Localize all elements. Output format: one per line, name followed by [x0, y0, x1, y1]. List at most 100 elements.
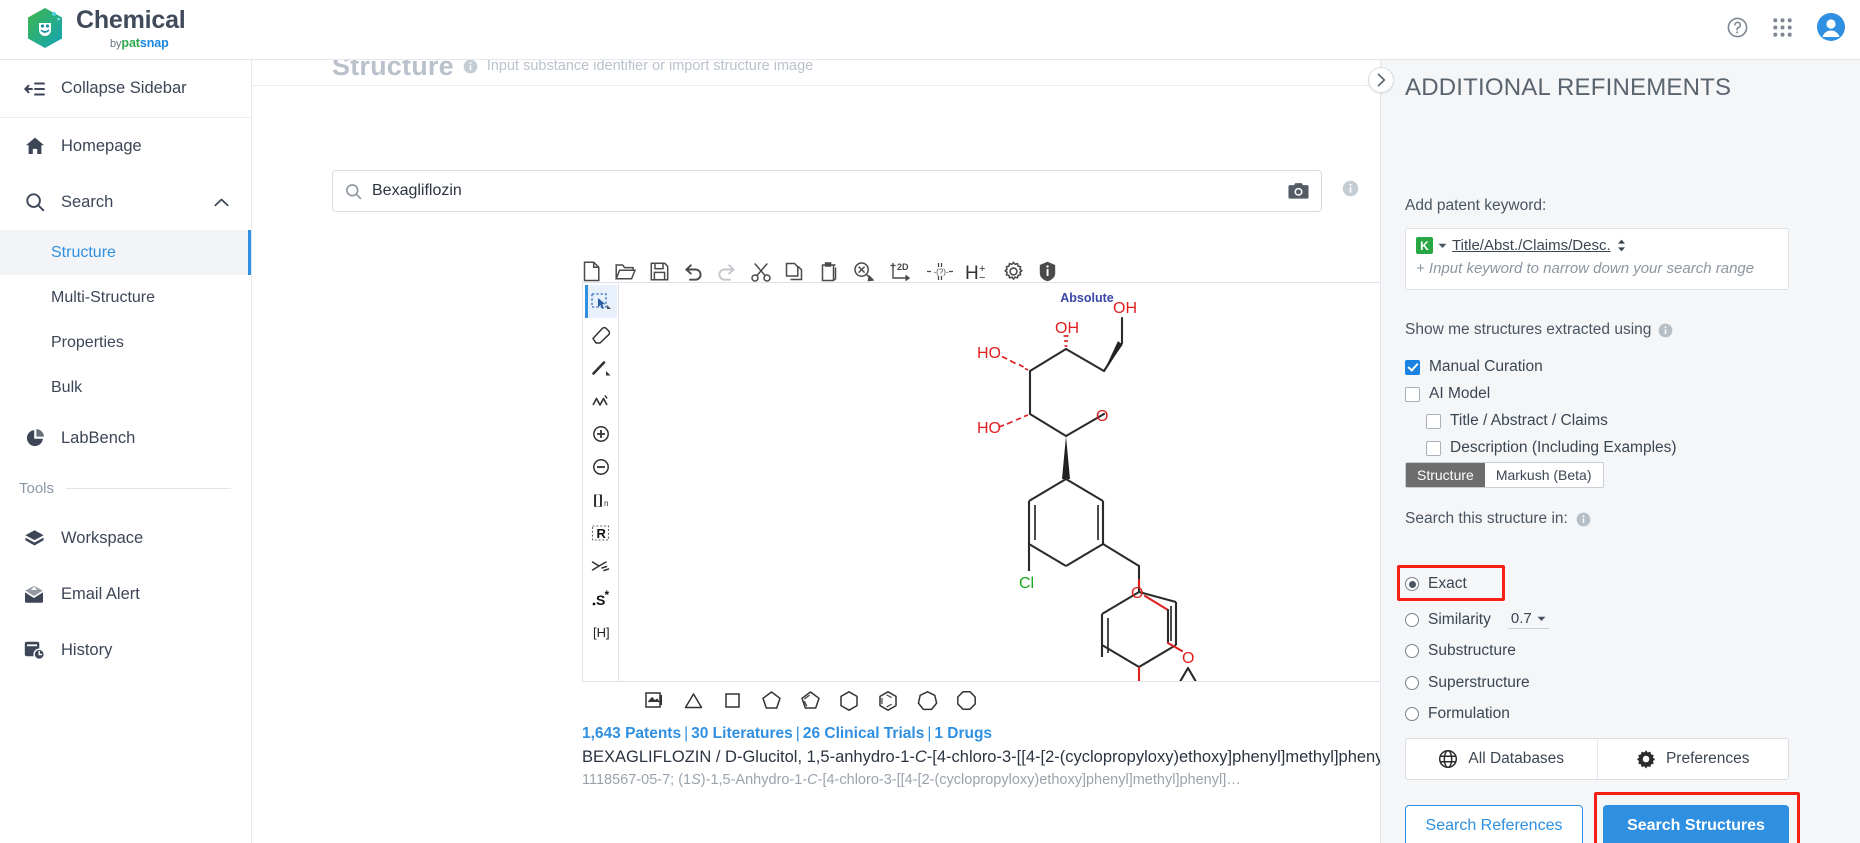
checkbox-title-abstract-claims[interactable]: Title / Abstract / Claims: [1426, 412, 1608, 430]
app-logo[interactable]: Chemical bypatsnap: [24, 6, 186, 52]
radio-label-similarity: Similarity: [1428, 610, 1491, 628]
search-structures-button[interactable]: Search Structures: [1603, 805, 1789, 843]
keyword-field-select[interactable]: Title/Abst./Claims/Desc.: [1452, 237, 1626, 254]
sidebar-item-label-search: Search: [61, 192, 114, 211]
tab-markush-beta[interactable]: Markush (Beta): [1484, 463, 1603, 487]
octagon-icon[interactable]: [952, 686, 980, 714]
header-divider: [252, 85, 1380, 86]
link-clinical-trials[interactable]: 26 Clinical Trials: [803, 725, 924, 742]
sidebar-item-workspace[interactable]: Workspace: [0, 510, 251, 566]
chevron-up-icon[interactable]: [214, 198, 229, 207]
panel-collapse-button[interactable]: [1368, 67, 1394, 93]
camera-icon[interactable]: [1288, 182, 1309, 200]
all-databases-button[interactable]: All Databases: [1406, 739, 1598, 779]
similarity-threshold-select[interactable]: 0.7: [1507, 610, 1549, 629]
template-image-icon[interactable]: [640, 686, 668, 714]
search-info-icon[interactable]: [1342, 180, 1359, 197]
bexagliflozin-tail: O O: [1131, 578, 1197, 681]
link-separator-1: |: [684, 725, 689, 742]
help-circle-icon[interactable]: [1726, 16, 1749, 39]
info-icon[interactable]: [1658, 323, 1673, 338]
sidebar-item-search[interactable]: Search: [0, 174, 251, 230]
radio-formulation[interactable]: Formulation: [1405, 705, 1510, 723]
chain-icon[interactable]: [585, 384, 617, 417]
cas-mid: )-1,5-Anhydro-1-: [700, 772, 808, 788]
keyword-input[interactable]: + Input keyword to narrow down your sear…: [1416, 260, 1778, 277]
sidebar-item-label-structure: Structure: [51, 243, 116, 261]
sidebar: Collapse Sidebar Homepage Search Structu: [0, 60, 252, 843]
sidebar-item-properties[interactable]: Properties: [0, 320, 251, 365]
sidebar-item-label-bulk: Bulk: [51, 378, 83, 396]
bracket-repeat-icon[interactable]: [] n: [585, 483, 617, 516]
svg-text:O: O: [1182, 650, 1194, 667]
checkbox-manual-curation[interactable]: Manual Curation: [1405, 358, 1543, 376]
sidebar-item-labbench[interactable]: LabBench: [0, 410, 251, 466]
stereo-absolute-label: Absolute: [1060, 291, 1114, 305]
radio-label-formulation: Formulation: [1428, 705, 1510, 722]
lasso-select-icon[interactable]: [584, 285, 617, 318]
sidebar-item-bulk[interactable]: Bulk: [0, 365, 251, 410]
svg-text:OH: OH: [1113, 300, 1137, 317]
top-bar: Chemical bypatsnap: [0, 0, 1860, 60]
checkbox-ai-model[interactable]: AI Model: [1405, 385, 1490, 403]
sidebar-item-label-labbench: LabBench: [61, 428, 136, 447]
hexagon-cyclohexane-icon[interactable]: [835, 686, 863, 714]
page-title-info-icon[interactable]: [463, 60, 478, 74]
sidebar-item-multi-structure[interactable]: Multi-Structure: [0, 275, 251, 320]
radio-label-superstructure: Superstructure: [1428, 674, 1530, 691]
link-literatures[interactable]: 30 Literatures: [691, 725, 793, 742]
radio-superstructure[interactable]: Superstructure: [1405, 674, 1530, 692]
sidebar-item-structure[interactable]: Structure: [0, 230, 251, 275]
collapse-sidebar-button[interactable]: Collapse Sidebar: [0, 60, 251, 118]
radio-similarity[interactable]: Similarity 0.7: [1405, 610, 1549, 629]
collapse-sidebar-label: Collapse Sidebar: [61, 79, 187, 97]
radio-exact[interactable]: Exact: [1405, 575, 1467, 593]
radio-icon-superstructure: [1405, 676, 1419, 690]
benzene-icon[interactable]: [874, 686, 902, 714]
add-patent-keyword-label: Add patent keyword:: [1405, 197, 1547, 214]
user-avatar-icon[interactable]: [1816, 12, 1846, 42]
sidebar-item-email-alert[interactable]: Email Alert: [0, 566, 251, 622]
explicit-hydrogen-icon[interactable]: [H]: [585, 615, 617, 648]
checkbox-icon-ai-model: [1405, 386, 1420, 402]
molecule-canvas[interactable]: Absolute O OH OH HO HO Cl O O: [618, 282, 1380, 682]
charge-plus-icon[interactable]: [585, 417, 617, 450]
svg-text:O: O: [1131, 585, 1143, 602]
heptagon-icon[interactable]: [913, 686, 941, 714]
square-cyclobutane-icon[interactable]: [718, 686, 746, 714]
sidebar-item-history[interactable]: History: [0, 622, 251, 678]
search-input-value[interactable]: Bexagliflozin: [372, 182, 1278, 200]
cas-prefix: 1118567-05-7; (1: [582, 772, 692, 788]
sidebar-item-label-email-alert: Email Alert: [61, 584, 140, 603]
r-group-icon[interactable]: R: [585, 516, 617, 549]
info-icon[interactable]: [1576, 512, 1591, 527]
home-icon: [24, 136, 45, 157]
checkbox-description-including-examples[interactable]: Description (Including Examples): [1426, 439, 1677, 457]
reaction-arrow-icon[interactable]: [585, 549, 617, 582]
radio-substructure[interactable]: Substructure: [1405, 642, 1516, 660]
structure-search-input[interactable]: Bexagliflozin: [332, 170, 1322, 212]
preferences-button[interactable]: Preferences: [1598, 739, 1789, 779]
link-drugs[interactable]: 1 Drugs: [934, 725, 992, 742]
bond-line-icon[interactable]: [585, 351, 617, 384]
stereo-s-icon[interactable]: S *: [585, 582, 617, 615]
eraser-icon[interactable]: [585, 318, 617, 351]
keyword-badge-chevron-down-icon[interactable]: [1438, 243, 1447, 249]
main-content: Structure Input substance identifier or …: [252, 60, 1380, 843]
brand-pat: pat: [121, 36, 140, 50]
tab-structure[interactable]: Structure: [1406, 463, 1485, 487]
template-shapes-bar: [618, 682, 1380, 718]
triangle-cyclopropane-icon[interactable]: [679, 686, 707, 714]
sidebar-item-homepage[interactable]: Homepage: [0, 118, 251, 174]
link-patents[interactable]: 1,643 Patents: [582, 725, 681, 742]
search-references-button[interactable]: Search References: [1405, 805, 1583, 843]
grid-apps-icon[interactable]: [1771, 16, 1794, 39]
checkbox-label-description: Description (Including Examples): [1450, 439, 1677, 456]
patent-keyword-box[interactable]: K Title/Abst./Claims/Desc. + Input keywo…: [1405, 228, 1789, 290]
sidebar-item-label-history: History: [61, 640, 113, 659]
workspace-cube-icon: [24, 528, 45, 549]
cyclopentadiene-icon[interactable]: [796, 686, 824, 714]
pentagon-cyclopentane-icon[interactable]: [757, 686, 785, 714]
chemical-logo-icon: [24, 6, 66, 52]
charge-minus-icon[interactable]: [585, 450, 617, 483]
